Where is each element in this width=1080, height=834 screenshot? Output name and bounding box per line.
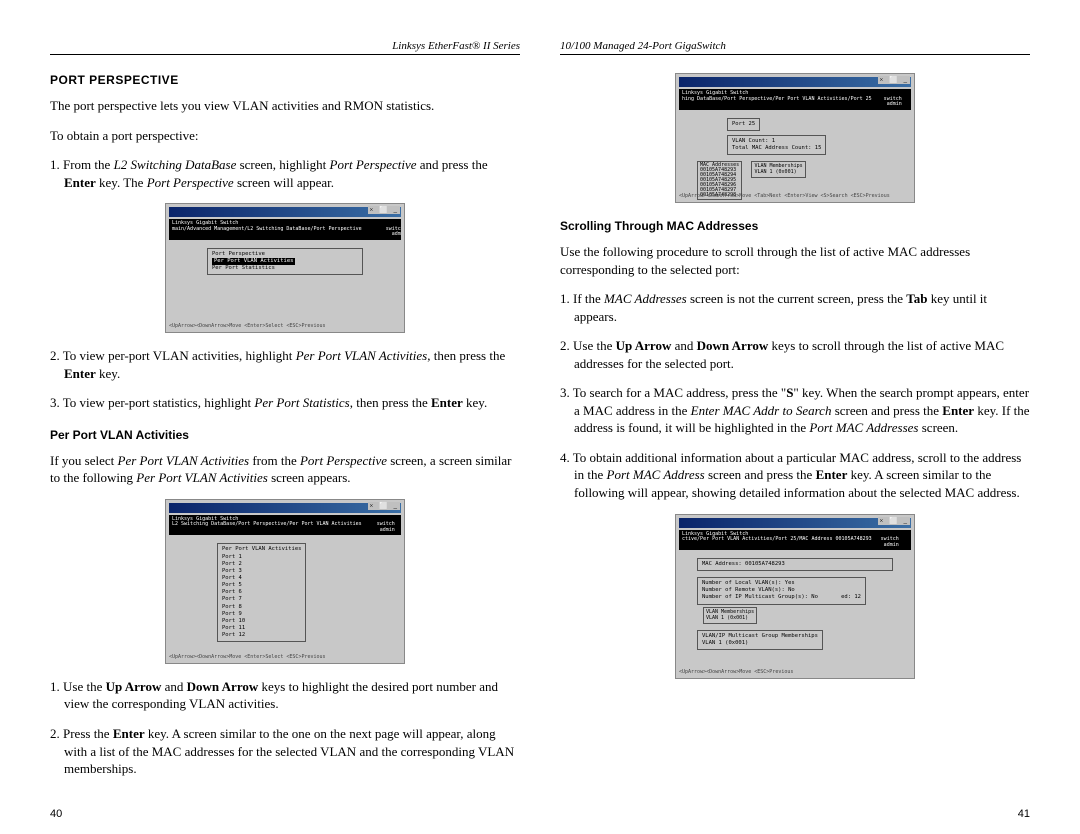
terminal-body: Port Perspective Per Port VLAN Activitie… [169,240,401,330]
terminal-footer: <UpArrow><DownArrow>Move <Tab>Next <Ente… [679,193,911,199]
section-head-port-perspective: PORT PERSPECTIVE [50,73,520,87]
vlan-intro: If you select Per Port VLAN Activities f… [50,452,520,487]
right-step-3: 3. To search for a MAC address, press th… [560,384,1030,437]
left-step-1: 1. From the L2 Switching DataBase screen… [50,156,520,191]
right-step-1: 1. If the MAC Addresses screen is not th… [560,290,1030,325]
screenshot-vlan-activities: Linksys Gigabit Switch L2 Switching Data… [165,499,405,664]
document-spread: Linksys EtherFast® II Series PORT PERSPE… [50,40,1030,790]
sub-head-vlan-activities: Per Port VLAN Activities [50,428,520,442]
terminal-header: Linksys Gigabit Switch ctive/Per Port VL… [679,530,911,551]
window-titlebar [679,77,911,87]
page-number-right: 41 [1018,808,1030,820]
page-left: Linksys EtherFast® II Series PORT PERSPE… [50,40,520,790]
terminal-header: Linksys Gigabit Switch main/Advanced Man… [169,219,401,240]
running-header-left: Linksys EtherFast® II Series [50,40,520,55]
sub-head-scroll-mac: Scrolling Through MAC Addresses [560,219,1030,233]
window-titlebar [169,207,401,217]
selected-row: Per Port VLAN Activities [212,258,295,265]
vlan-membership-box: VLAN Memberships VLAN 1 (0x001) [751,161,805,178]
terminal-body: Port 25 VLAN Count: 1 Total MAC Address … [679,110,911,200]
terminal-footer: <UpArrow><DownArrow>Move <Enter>Select <… [169,654,401,660]
intro-text: The port perspective lets you view VLAN … [50,97,520,115]
terminal-header: Linksys Gigabit Switch hing DataBase/Por… [679,89,911,110]
screenshot-mac-addresses: Linksys Gigabit Switch hing DataBase/Por… [675,73,915,203]
page-right: 10/100 Managed 24-Port GigaSwitch Linksy… [560,40,1030,790]
vlan-step-1: 1. Use the Up Arrow and Down Arrow keys … [50,678,520,713]
panel-title: Port Perspective [212,251,358,258]
detail-info-box: Number of Local VLAN(s): Yes Number of R… [697,577,866,604]
vlan-step-2: 2. Press the Enter key. A screen similar… [50,725,520,778]
running-header-right: 10/100 Managed 24-Port GigaSwitch [560,40,1030,55]
terminal-body: MAC Address: 00105A748293 Number of Loca… [679,550,911,675]
window-titlebar [679,518,911,528]
screenshot-port-perspective: Linksys Gigabit Switch main/Advanced Man… [165,203,405,333]
terminal-header: Linksys Gigabit Switch L2 Switching Data… [169,515,401,536]
obtain-text: To obtain a port perspective: [50,127,520,145]
window-titlebar [169,503,401,513]
right-step-2: 2. Use the Up Arrow and Down Arrow keys … [560,337,1030,372]
left-step-2: 2. To view per-port VLAN activities, hig… [50,347,520,382]
port-list: Port 1 Port 2 Port 3 Port 4 Port 5 Port … [222,554,301,640]
terminal-body: Per Port VLAN Activities Port 1 Port 2 P… [169,535,401,660]
page-number-left: 40 [50,808,62,820]
menu-row: Per Port Statistics [212,265,275,271]
count-box: VLAN Count: 1 Total MAC Address Count: 1… [727,135,826,155]
right-step-4: 4. To obtain additional information abou… [560,449,1030,502]
scroll-intro: Use the following procedure to scroll th… [560,243,1030,278]
panel-title: Per Port VLAN Activities [222,546,301,553]
multicast-group-box: VLAN/IP Multicast Group Memberships VLAN… [697,630,823,650]
screenshot-mac-detail: Linksys Gigabit Switch ctive/Per Port VL… [675,514,915,679]
vlan-membership-box: VLAN Memberships VLAN 1 (0x001) [703,607,757,624]
port-label: Port 25 [727,118,760,131]
detail-title: MAC Address: 00105A748293 [697,558,893,571]
terminal-footer: <UpArrow><DownArrow>Move <Enter>Select <… [169,323,401,329]
terminal-footer: <UpArrow><DownArrow>Move <ESC>Previous [679,669,911,675]
left-step-3: 3. To view per-port statistics, highligh… [50,394,520,412]
